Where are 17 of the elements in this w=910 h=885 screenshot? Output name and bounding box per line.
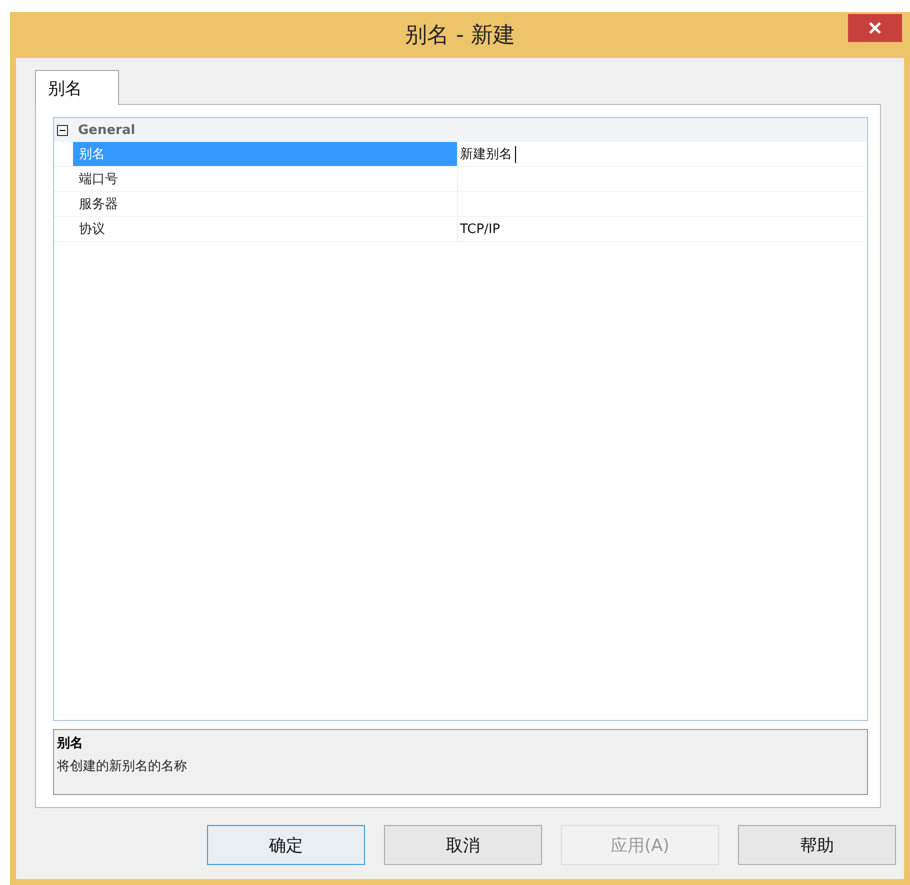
description-text: 将创建的新别名的名称 <box>57 758 188 775</box>
text-cursor <box>515 146 516 162</box>
window-title: 别名 - 新建 <box>405 22 515 50</box>
dialog-button[interactable]: 确定 <box>207 825 365 865</box>
property-name[interactable]: 协议 <box>73 217 458 241</box>
tab[interactable]: 别名 <box>35 70 119 105</box>
property-value[interactable]: 新建别名 <box>460 145 512 163</box>
dialog-button[interactable]: 帮助 <box>738 825 896 865</box>
property-name[interactable]: 端口号 <box>73 167 458 191</box>
close-button[interactable] <box>848 14 902 42</box>
dialog-button[interactable]: 取消 <box>384 825 542 865</box>
description-title: 别名 <box>57 735 84 752</box>
property-name[interactable]: 服务器 <box>73 192 458 216</box>
property-value[interactable]: TCP/IP <box>460 222 500 236</box>
close-icon <box>868 21 882 35</box>
category-label: General <box>78 122 136 138</box>
collapse-icon[interactable] <box>57 124 68 136</box>
